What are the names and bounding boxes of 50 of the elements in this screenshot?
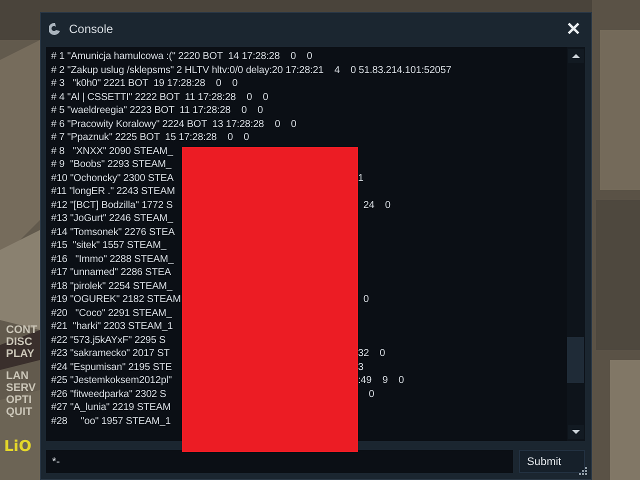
- console-line: #25 "Jestemkoksem2012pl": [51, 374, 172, 388]
- console-line: #19 "OGUREK" 2182 STEAM: [51, 293, 181, 306]
- console-line: #14 "Tomsonek" 2276 STEA: [51, 226, 175, 239]
- console-line: 24 0: [362, 198, 390, 212]
- console-line: #11 "longER ." 2243 STEAM: [51, 185, 175, 198]
- menu-item[interactable]: SERV: [6, 382, 40, 394]
- scroll-down-icon[interactable]: [568, 425, 584, 439]
- scrollbar-thumb[interactable]: [567, 337, 584, 383]
- console-line: # 5 "waeldreegia" 2223 BOT 11 17:28:28 0 0: [51, 104, 263, 118]
- console-icon: [49, 22, 61, 36]
- menu-item[interactable]: CONT: [6, 324, 40, 336]
- console-line: #10 "Ochoncky" 2300 STEA: [51, 172, 174, 185]
- menu-item[interactable]: LAN: [6, 370, 40, 382]
- console-line: 1: [358, 172, 364, 185]
- console-line: # 6 "Pracowity Koralowy" 2224 BOT 13 17:28:28 0 0: [51, 118, 296, 131]
- menu-item[interactable]: PLAY: [6, 348, 40, 360]
- command-field[interactable]: *-: [46, 450, 513, 473]
- console-line: #18 "pirolek" 2254 STEAM_: [51, 280, 172, 293]
- console-line: # 7 "Ppaznuk" 2225 BOT 15 17:28:28 0 0: [51, 131, 250, 144]
- console-line: :49 9 0: [358, 374, 404, 388]
- console-line: # 4 "Al | CSSETTI" 2222 BOT 11 17:28:28 0 0: [51, 90, 268, 104]
- console-line: 0: [362, 293, 369, 306]
- console-line: #28 "oo" 1957 STEAM_1: [51, 414, 171, 428]
- menu-item[interactable]: DISC: [6, 336, 40, 348]
- scroll-up-icon[interactable]: [568, 49, 584, 63]
- resize-grip-icon[interactable]: [579, 467, 587, 475]
- console-line: #27 "A_lunia" 2219 STEAM: [51, 401, 171, 414]
- console-line: # 1 "Amunicja hamulcowa :(" 2220 BOT 14 17:28:28 0 0: [51, 50, 312, 64]
- submit-button[interactable]: Submit: [519, 450, 585, 473]
- window-title: Console: [69, 22, 114, 36]
- console-line: #26 "fitweedparka" 2302 S: [51, 388, 166, 401]
- console-line: #22 "573.j5kAYxF" 2295 S: [51, 334, 166, 347]
- console-line: # 2 "Zakup uslug /sklepsms" 2 HLTV hltv:0/0 delay:20 17:28:21 4 0 51.83.214.101:52057: [51, 64, 452, 77]
- console-line: # 8 "XNXX" 2090 STEAM_: [51, 144, 173, 158]
- console-line: 3: [358, 360, 364, 374]
- console-line: # 9 "Boobs" 2293 STEAM_: [51, 158, 172, 172]
- close-button[interactable]: ✕: [562, 19, 585, 39]
- console-line: 0: [368, 388, 374, 401]
- console-line: 32 0: [358, 347, 386, 360]
- console-line: #23 "sakramecko" 2017 ST: [51, 347, 170, 360]
- console-line: #24 "Espumisan" 2195 STE: [51, 360, 172, 374]
- console-line: #13 "JoGurt" 2246 STEAM_: [51, 212, 173, 226]
- console-line: #20 "Coco" 2291 STEAM_: [51, 306, 172, 320]
- console-line: #17 "unnamed" 2286 STEA: [51, 266, 171, 280]
- console-line: # 3 "k0h0" 2221 BOT 19 17:28:28 0 0: [51, 77, 238, 90]
- console-line: #15 "sitek" 1557 STEAM_: [51, 239, 166, 252]
- console-line: #16 "Immo" 2288 STEAM_: [51, 252, 174, 266]
- console-line: #12 "[BCT] Bodzilla" 1772 S: [51, 198, 173, 212]
- logo: LiO: [4, 438, 32, 454]
- console-line: #21 "harki" 2203 STEAM_1: [51, 320, 173, 334]
